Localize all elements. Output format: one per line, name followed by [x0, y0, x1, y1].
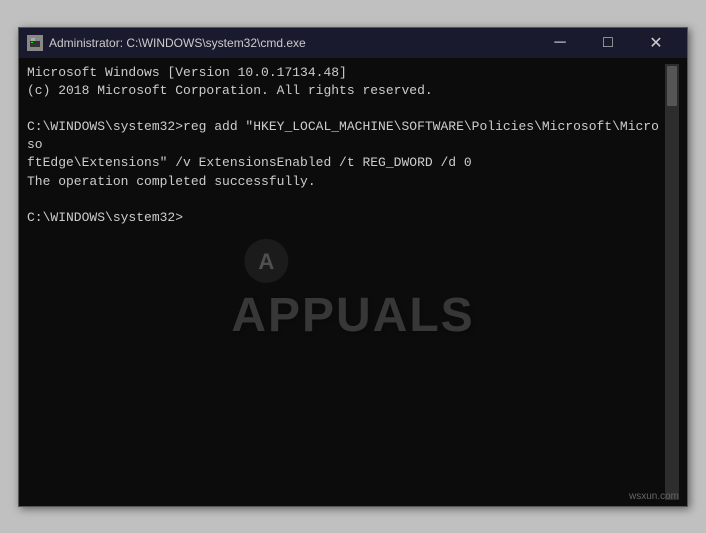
title-controls: ─ □ ✕ [537, 28, 679, 58]
console-line-6: The operation completed successfully. [27, 174, 316, 189]
close-button[interactable]: ✕ [633, 28, 679, 58]
title-bar-left: Administrator: C:\WINDOWS\system32\cmd.e… [27, 35, 306, 51]
scrollbar[interactable] [665, 64, 679, 500]
console-line-2: (c) 2018 Microsoft Corporation. All righ… [27, 83, 433, 98]
window-icon [27, 35, 43, 51]
scrollbar-thumb[interactable] [667, 66, 677, 106]
maximize-button[interactable]: □ [585, 28, 631, 58]
console-line-8: C:\WINDOWS\system32> [27, 210, 183, 225]
console-line-4: C:\WINDOWS\system32>reg add "HKEY_LOCAL_… [27, 119, 659, 152]
console-body[interactable]: Microsoft Windows [Version 10.0.17134.48… [19, 58, 687, 506]
cmd-window: Administrator: C:\WINDOWS\system32\cmd.e… [18, 27, 688, 507]
credit-text: wsxun.com [629, 491, 679, 502]
console-line-1: Microsoft Windows [Version 10.0.17134.48… [27, 65, 347, 80]
minimize-button[interactable]: ─ [537, 28, 583, 58]
console-line-5: ftEdge\Extensions" /v ExtensionsEnabled … [27, 155, 472, 170]
window-title: Administrator: C:\WINDOWS\system32\cmd.e… [49, 36, 306, 50]
title-bar: Administrator: C:\WINDOWS\system32\cmd.e… [19, 28, 687, 58]
console-output: Microsoft Windows [Version 10.0.17134.48… [27, 64, 665, 500]
